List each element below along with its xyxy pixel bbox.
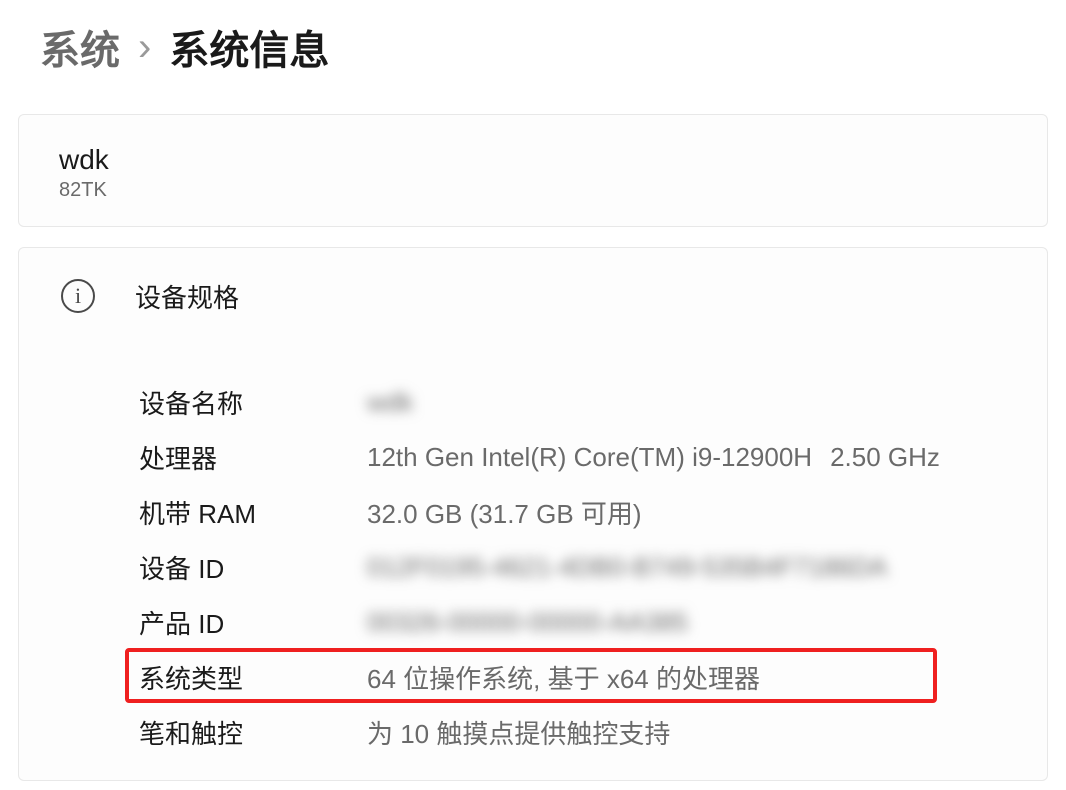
spec-row-device-id: 设备 ID 012F0195-4621-4DB0-B749-535B4F7186…	[139, 540, 1007, 595]
spec-label: 设备 ID	[139, 549, 367, 586]
spec-row-product-id: 产品 ID 00326-00000-00000-AA385	[139, 595, 1007, 650]
breadcrumb-parent[interactable]: 系统	[40, 18, 120, 76]
specs-table: 设备名称 wdk 处理器 12th Gen Intel(R) Core(TM) …	[19, 345, 1047, 780]
spec-label: 产品 ID	[139, 604, 367, 641]
breadcrumb: 系统 › 系统信息	[0, 0, 1066, 94]
spec-row-device-name: 设备名称 wdk	[139, 375, 1007, 430]
spec-label: 系统类型	[139, 659, 367, 696]
spec-value: 012F0195-4621-4DB0-B749-535B4F7186DA	[367, 552, 887, 583]
spec-value: 为 10 触摸点提供触控支持	[367, 714, 670, 751]
info-icon	[61, 279, 95, 313]
spec-row-processor: 处理器 12th Gen Intel(R) Core(TM) i9-12900H…	[139, 430, 1007, 485]
spec-value: 00326-00000-00000-AA385	[367, 607, 688, 638]
device-name: wdk	[59, 143, 1007, 177]
device-model: 82TK	[59, 179, 1007, 202]
spec-row-ram: 机带 RAM 32.0 GB (31.7 GB 可用)	[139, 485, 1007, 540]
chevron-right-icon: ›	[138, 25, 151, 70]
spec-value: 32.0 GB (31.7 GB 可用)	[367, 494, 642, 531]
breadcrumb-current: 系统信息	[169, 18, 329, 76]
spec-row-pen-touch: 笔和触控 为 10 触摸点提供触控支持	[139, 705, 1007, 760]
spec-label: 设备名称	[139, 384, 367, 421]
specs-title: 设备规格	[135, 278, 239, 315]
spec-value: 64 位操作系统, 基于 x64 的处理器	[367, 659, 760, 696]
device-specs-card: 设备规格 设备名称 wdk 处理器 12th Gen Intel(R) Core…	[18, 247, 1048, 781]
spec-label: 机带 RAM	[139, 494, 367, 531]
spec-label: 笔和触控	[139, 714, 367, 751]
device-card: wdk 82TK	[18, 114, 1048, 227]
spec-row-system-type: 系统类型 64 位操作系统, 基于 x64 的处理器	[139, 650, 1007, 705]
spec-label: 处理器	[139, 439, 367, 476]
specs-header[interactable]: 设备规格	[19, 248, 1047, 345]
spec-value: 12th Gen Intel(R) Core(TM) i9-12900H2.50…	[367, 442, 940, 473]
spec-value: wdk	[367, 387, 413, 418]
